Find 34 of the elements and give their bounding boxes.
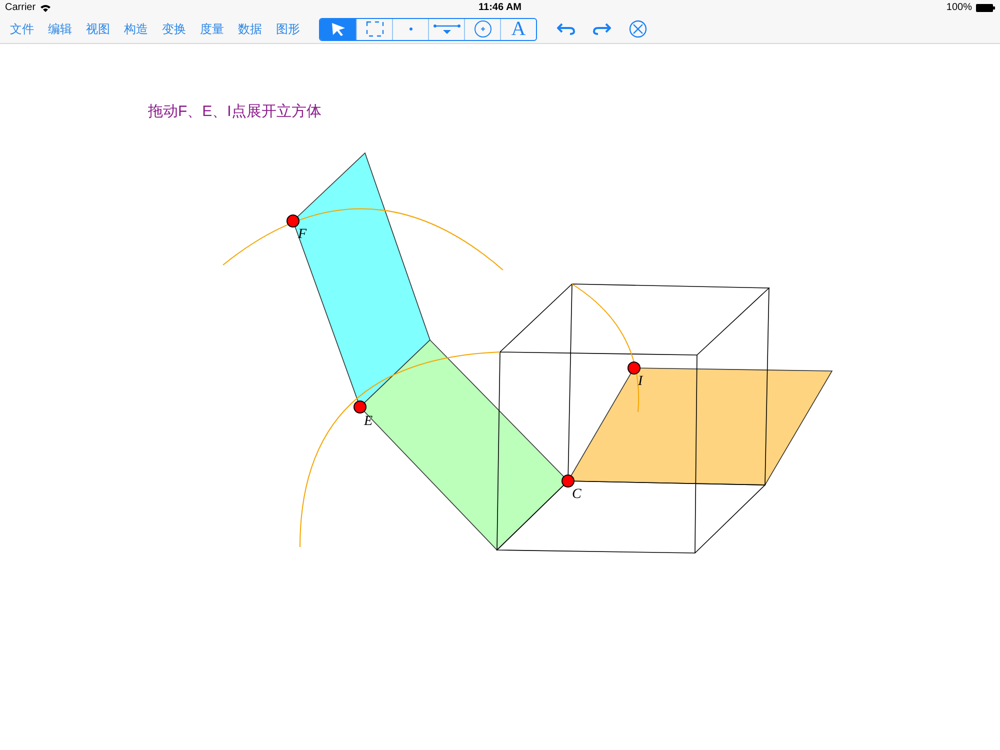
dashed-rectangle-icon [366,21,384,37]
undo-icon [557,23,575,35]
point-label: E [364,414,373,429]
menu-item[interactable]: 编辑 [48,20,72,38]
point-label: I [638,374,643,389]
battery-text: 100% [946,1,972,15]
point-marker[interactable] [354,400,366,414]
menu-item[interactable]: 数据 [238,20,262,38]
point-label: F [298,227,307,242]
menu-item[interactable]: 度量 [200,20,224,38]
point-label: C [572,487,582,502]
carrier-text: Carrier [5,1,36,15]
tool-button[interactable]: A [500,18,536,40]
text-tool-label: A [511,19,526,39]
menu-item[interactable]: 变换 [162,20,186,38]
segment-icon [432,23,460,35]
menu-item[interactable]: 图形 [276,20,300,38]
battery-icon [976,4,995,12]
instruction-text: 拖动F、E、I点展开立方体 [148,102,322,122]
clock-text: 11:46 AM [478,1,522,15]
circle-icon [474,20,492,38]
close-icon [629,20,647,38]
tool-button[interactable] [320,18,356,40]
redo-icon [593,23,611,35]
clear-button[interactable] [628,19,648,39]
wifi-icon [40,4,51,12]
menu-item[interactable]: 构造 [124,20,148,38]
point-marker[interactable] [628,362,640,374]
menu-item[interactable]: 视图 [86,20,110,38]
pointer-icon [330,21,346,37]
dot-icon [408,27,412,31]
point-marker[interactable] [286,214,300,228]
menu-item[interactable]: 文件 [10,20,34,38]
point-marker[interactable] [562,474,574,488]
